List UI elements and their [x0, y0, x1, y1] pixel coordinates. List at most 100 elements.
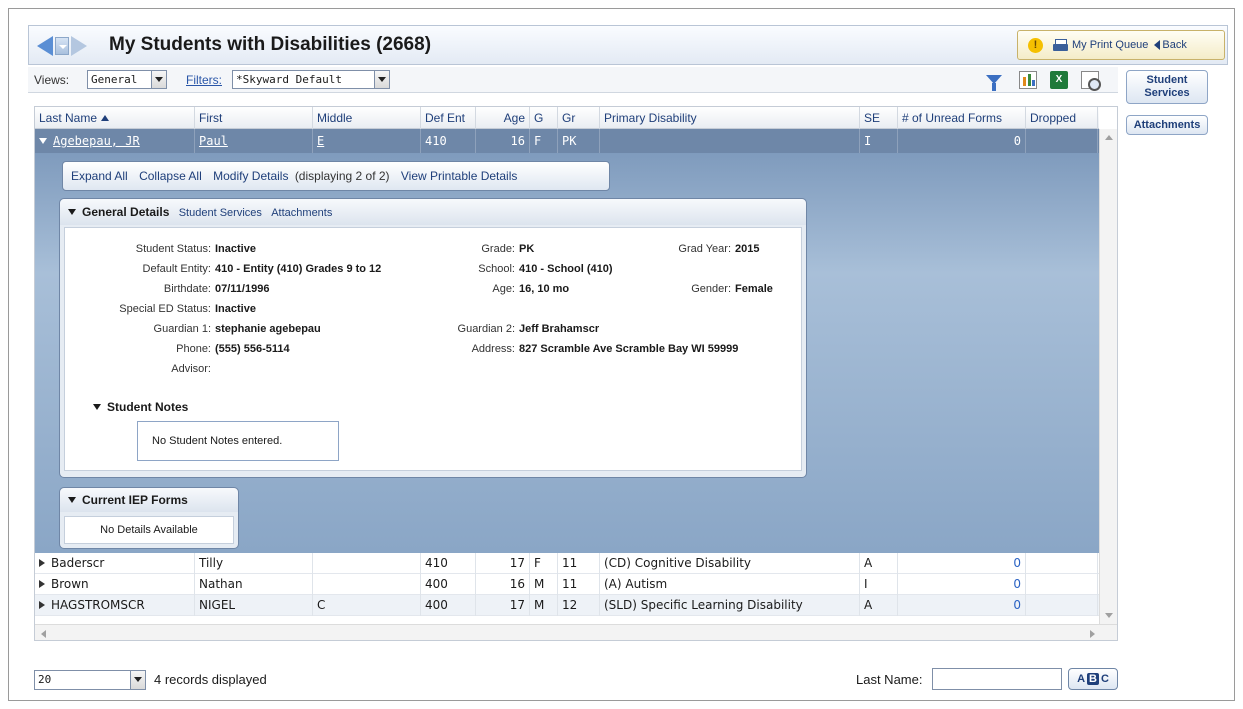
field-value: stephanie agebepau [215, 323, 321, 335]
collapse-icon[interactable] [93, 404, 101, 410]
cell-last-name[interactable]: Brown [35, 574, 195, 595]
cell-unread[interactable]: 0 [898, 553, 1026, 574]
cell-gender: M [530, 574, 558, 595]
horizontal-scrollbar[interactable] [35, 624, 1117, 640]
col-last-name[interactable]: Last Name [35, 107, 195, 129]
col-first[interactable]: First [195, 107, 313, 129]
cell-def-ent: 410 [421, 553, 476, 574]
gd-student-services-link[interactable]: Student Services [179, 207, 262, 219]
expand-icon[interactable] [39, 601, 45, 609]
chevron-down-icon[interactable] [151, 71, 166, 88]
cell-disability: (CD) Cognitive Disability [600, 553, 860, 574]
student-detail-panel: Expand All Collapse All Modify Details (… [35, 153, 1099, 553]
sort-ascending-icon [101, 115, 110, 121]
cell-middle [313, 553, 421, 574]
page-size-select[interactable]: 20 [34, 670, 146, 690]
cell-se: A [860, 553, 898, 574]
expand-icon[interactable] [39, 580, 45, 588]
filters-select[interactable]: *Skyward Default [232, 70, 390, 89]
warning-icon[interactable]: ! [1028, 37, 1043, 53]
last-name-search-input[interactable] [932, 668, 1062, 690]
general-details-header[interactable]: General Details Student Services Attachm… [60, 199, 806, 225]
student-services-button[interactable]: Student Services [1126, 70, 1208, 104]
history-menu-icon[interactable] [55, 37, 69, 55]
views-select[interactable]: General [87, 70, 167, 89]
cell-grade: 12 [558, 595, 600, 616]
field-label: Phone: [176, 343, 211, 355]
col-primary-disability[interactable]: Primary Disability [600, 107, 860, 129]
displaying-count: (displaying 2 of 2) [294, 169, 390, 183]
attachments-button[interactable]: Attachments [1126, 115, 1208, 135]
scroll-down-icon[interactable] [1105, 613, 1113, 618]
print-queue-link[interactable]: My Print Queue [1072, 39, 1148, 51]
col-unread-forms[interactable]: # of Unread Forms [898, 107, 1026, 129]
gd-attachments-link[interactable]: Attachments [271, 207, 332, 219]
col-age[interactable]: Age [476, 107, 530, 129]
scroll-right-icon[interactable] [1090, 630, 1095, 638]
field-school: School: 410 - School (410) [365, 263, 612, 275]
cell-middle[interactable]: E [313, 129, 421, 153]
excel-export-icon[interactable]: X [1050, 71, 1068, 89]
abc-search-button[interactable]: ABC [1068, 668, 1118, 690]
cell-se: I [860, 574, 898, 595]
back-triangle-icon[interactable] [1154, 40, 1161, 50]
chevron-down-icon[interactable] [130, 671, 145, 689]
col-last-name-label: Last Name [39, 111, 98, 125]
student-last-name-link[interactable]: Agebepau, JR [53, 134, 140, 148]
chart-icon[interactable] [1019, 71, 1037, 89]
table-row-selected[interactable]: Agebepau, JR Paul E 410 16 F PK I 0 [35, 129, 1099, 153]
collapse-all-link[interactable]: Collapse All [139, 169, 202, 183]
page-title: My Students with Disabilities (2668) [109, 34, 432, 55]
field-value: 827 Scramble Ave Scramble Bay WI 59999 [519, 343, 739, 355]
collapse-icon[interactable] [68, 209, 76, 215]
table-row[interactable]: Baderscr Tilly 410 17 F 11 (CD) Cognitiv… [35, 553, 1099, 574]
back-arrow-icon[interactable] [37, 36, 53, 56]
filters-link[interactable]: Filters: [186, 73, 222, 87]
col-def-ent[interactable]: Def Ent [421, 107, 476, 129]
cell-unread: 0 [898, 129, 1026, 153]
expand-all-link[interactable]: Expand All [71, 169, 128, 183]
collapse-icon[interactable] [39, 138, 47, 144]
expand-icon[interactable] [39, 559, 45, 567]
cell-last-name-text: HAGSTROMSCR [51, 598, 145, 612]
cell-def-ent: 400 [421, 595, 476, 616]
chevron-down-icon[interactable] [374, 71, 389, 88]
col-dropped[interactable]: Dropped [1026, 107, 1098, 129]
col-gender[interactable]: G [530, 107, 558, 129]
cell-last-name[interactable]: HAGSTROMSCR [35, 595, 195, 616]
cell-unread[interactable]: 0 [898, 574, 1026, 595]
cell-first[interactable]: Paul [195, 129, 313, 153]
scroll-up-icon[interactable] [1105, 135, 1113, 140]
back-link[interactable]: Back [1162, 39, 1186, 51]
cell-middle: C [313, 595, 421, 616]
cell-disability: (SLD) Specific Learning Disability [600, 595, 860, 616]
field-grad-year: Grad Year: 2015 [585, 243, 759, 255]
cell-last-name[interactable]: Agebepau, JR [35, 129, 195, 153]
student-notes-header[interactable]: Student Notes [93, 400, 188, 414]
vertical-scrollbar[interactable] [1099, 129, 1117, 624]
student-middle-link[interactable]: E [317, 134, 324, 148]
current-iep-forms-header[interactable]: Current IEP Forms [60, 488, 238, 512]
scroll-left-icon[interactable] [41, 630, 46, 638]
col-middle[interactable]: Middle [313, 107, 421, 129]
table-row[interactable]: Brown Nathan 400 16 M 11 (A) Autism I 0 [35, 574, 1099, 595]
forward-arrow-icon[interactable] [71, 36, 87, 56]
col-se[interactable]: SE [860, 107, 898, 129]
modify-details-link[interactable]: Modify Details [213, 169, 288, 183]
cell-first: Tilly [195, 553, 313, 574]
cell-last-name[interactable]: Baderscr [35, 553, 195, 574]
page-size-value: 20 [38, 673, 52, 686]
records-displayed: 4 records displayed [154, 672, 267, 687]
collapse-icon[interactable] [68, 497, 76, 503]
cell-gender: F [530, 553, 558, 574]
printer-icon[interactable] [1053, 38, 1069, 52]
cell-unread[interactable]: 0 [898, 595, 1026, 616]
print-preview-icon[interactable] [1081, 71, 1101, 91]
col-grade[interactable]: Gr [558, 107, 600, 129]
field-advisor: Advisor: [65, 363, 215, 375]
table-row[interactable]: HAGSTROMSCR NIGEL C 400 17 M 12 (SLD) Sp… [35, 595, 1099, 616]
filter-icon[interactable] [986, 75, 1002, 91]
student-first-name-link[interactable]: Paul [199, 134, 228, 148]
cell-dropped [1026, 595, 1098, 616]
view-printable-link[interactable]: View Printable Details [401, 169, 518, 183]
